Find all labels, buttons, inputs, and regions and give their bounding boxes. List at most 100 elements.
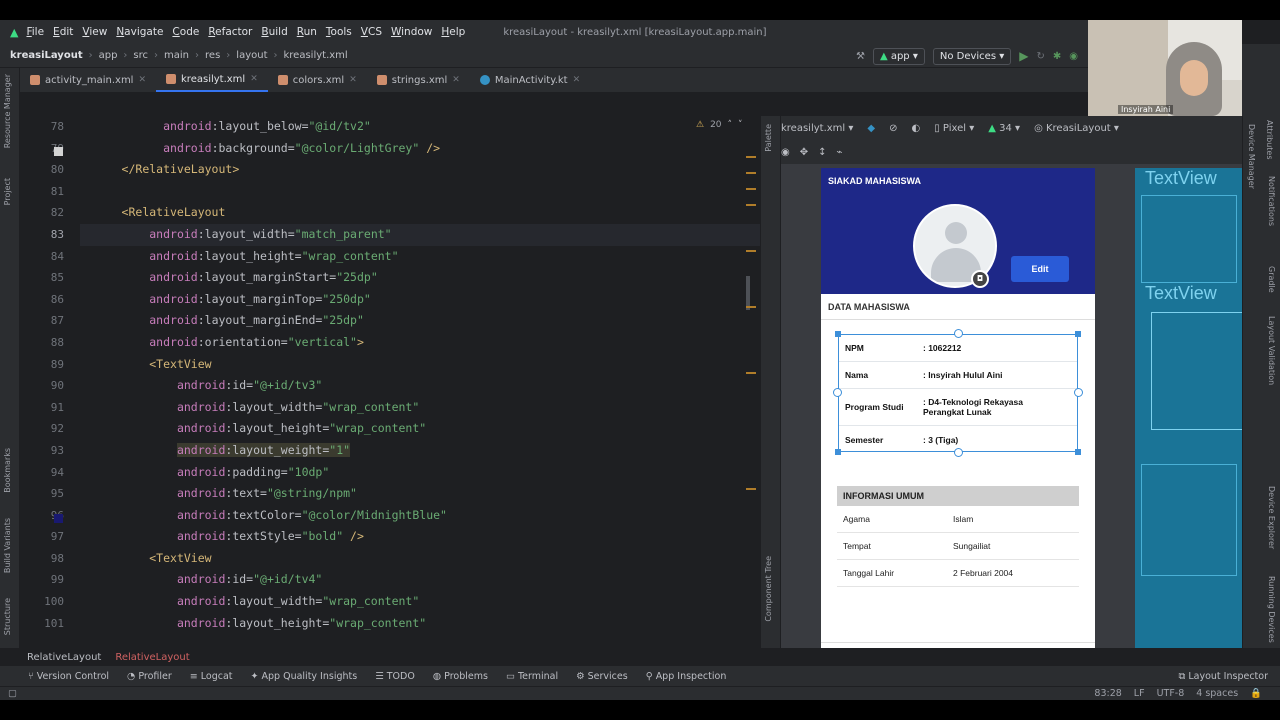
code-editor[interactable]: 78 79 80 81 82 83 84 85 86 87 88 89 90 9… [20, 116, 760, 648]
breadcrumb-layout[interactable]: layout [236, 50, 267, 61]
tool-attributes[interactable]: Attributes [1265, 120, 1274, 160]
tool-profiler[interactable]: ◔ Profiler [127, 671, 172, 682]
stripe-mark[interactable] [746, 306, 756, 308]
scroll-thumb[interactable] [746, 276, 750, 310]
run-config-select[interactable]: ▲ app ▾ [872, 47, 925, 65]
menu-build[interactable]: Build [261, 26, 287, 38]
phone-preview[interactable]: SIAKAD MAHASISWA ◘ Edit DATA MAHASISWA N… [821, 168, 1095, 648]
menu-run[interactable]: Run [297, 26, 317, 38]
tool-todo[interactable]: ☰ TODO [375, 671, 415, 682]
eye-icon[interactable]: ◉ [781, 147, 790, 158]
status-toggle-icon[interactable]: ▢ [8, 688, 17, 699]
tool-build-variants[interactable]: Build Variants [3, 518, 12, 573]
layers-icon[interactable]: ◆ [867, 123, 875, 134]
tool-gradle[interactable]: Gradle [1267, 266, 1276, 293]
breadcrumb-app[interactable]: app [99, 50, 118, 61]
stripe-mark[interactable] [746, 156, 756, 158]
info-table[interactable]: INFORMASI UMUM Agama Islam Tempat Sungaili… [837, 486, 1079, 587]
tool-terminal[interactable]: ▭ Terminal [506, 671, 558, 682]
tool-device-explorer[interactable]: Device Explorer [1267, 486, 1276, 549]
hammer-icon[interactable]: ⚒ [856, 51, 865, 62]
tool-resource-manager[interactable]: Resource Manager [3, 74, 12, 148]
tab-strings[interactable]: strings.xml ✕ [367, 68, 470, 92]
tab-kreasilyt[interactable]: kreasilyt.xml ✕ [156, 68, 268, 92]
indent-setting[interactable]: 4 spaces [1196, 688, 1238, 699]
menu-window[interactable]: Window [391, 26, 432, 38]
close-icon[interactable]: ✕ [452, 75, 460, 85]
crumb-item[interactable]: RelativeLayout [115, 652, 189, 663]
tool-logcat[interactable]: ≡ Logcat [190, 671, 233, 682]
tool-layout-validation[interactable]: Layout Validation [1267, 316, 1276, 385]
no-night-icon[interactable]: ⊘ [889, 123, 897, 134]
stripe-mark[interactable] [746, 188, 756, 190]
tool-version-control[interactable]: ⑂ Version Control [28, 671, 109, 682]
tool-structure[interactable]: Structure [3, 598, 12, 635]
menu-tools[interactable]: Tools [326, 26, 352, 38]
theme-select[interactable]: ◎ KreasiLayout ▾ [1034, 123, 1119, 134]
breadcrumb-res[interactable]: res [205, 50, 220, 61]
vertical-arrows-icon[interactable]: ↕ [818, 147, 826, 158]
lock-icon[interactable]: 🔒 [1250, 688, 1262, 699]
menu-view[interactable]: View [82, 26, 107, 38]
edit-button[interactable]: Edit [1011, 256, 1069, 282]
encoding[interactable]: UTF-8 [1157, 688, 1185, 699]
menu-help[interactable]: Help [441, 26, 465, 38]
tab-activity-main[interactable]: activity_main.xml ✕ [20, 68, 156, 92]
color-swatch-icon[interactable] [54, 147, 63, 156]
camera-icon[interactable]: ◘ [971, 270, 989, 288]
stripe-mark[interactable] [746, 250, 756, 252]
menu-navigate[interactable]: Navigate [116, 26, 163, 38]
tool-project[interactable]: Project [3, 178, 12, 205]
breadcrumb-src[interactable]: src [133, 50, 148, 61]
menu-refactor[interactable]: Refactor [208, 26, 252, 38]
rerun-icon[interactable]: ↻ [1036, 51, 1044, 62]
menu-edit[interactable]: Edit [53, 26, 73, 38]
tool-palette[interactable]: Palette [764, 124, 773, 152]
close-icon[interactable]: ✕ [138, 75, 146, 85]
file-select[interactable]: kreasilyt.xml ▾ [781, 123, 853, 134]
blueprint-preview[interactable]: TextView TextView [1135, 168, 1243, 648]
tool-device-manager[interactable]: Device Manager [1247, 124, 1256, 189]
menu-code[interactable]: Code [172, 26, 199, 38]
breadcrumb-main[interactable]: main [164, 50, 189, 61]
tool-notifications[interactable]: Notifications [1267, 176, 1276, 226]
tool-app-inspection[interactable]: ⚲ App Inspection [646, 671, 727, 682]
tool-running-devices[interactable]: Running Devices [1267, 576, 1276, 643]
stripe-mark[interactable] [746, 372, 756, 374]
tool-app-quality[interactable]: ✦ App Quality Insights [251, 671, 358, 682]
tool-component-tree[interactable]: Component Tree [764, 556, 773, 622]
caret-position[interactable]: 83:28 [1094, 688, 1121, 699]
run-icon[interactable]: ▶ [1019, 49, 1028, 63]
device-select[interactable]: ▯ Pixel ▾ [934, 123, 974, 134]
profile-icon[interactable]: ◉ [1069, 51, 1078, 62]
breadcrumb-file[interactable]: kreasilyt.xml [284, 50, 348, 61]
inspection-widget[interactable]: ⚠ 20 ˄ ˅ [696, 120, 743, 130]
chevron-up-icon[interactable]: ˄ [728, 120, 733, 130]
crumb-item[interactable]: RelativeLayout [27, 652, 101, 663]
close-icon[interactable]: ✕ [573, 75, 581, 85]
device-select[interactable]: No Devices ▾ [932, 47, 1012, 65]
chevron-down-icon[interactable]: ˅ [738, 120, 743, 130]
menu-vcs[interactable]: VCS [361, 26, 382, 38]
tab-mainactivity[interactable]: MainActivity.kt ✕ [470, 68, 590, 92]
close-icon[interactable]: ✕ [250, 74, 258, 84]
tab-colors[interactable]: colors.xml ✕ [268, 68, 367, 92]
tool-layout-inspector[interactable]: ⧉ Layout Inspector [1179, 671, 1268, 682]
stripe-mark[interactable] [746, 488, 756, 490]
line-ending[interactable]: LF [1134, 688, 1145, 699]
menu-file[interactable]: File [26, 26, 44, 38]
stripe-mark[interactable] [746, 204, 756, 206]
android-studio-icon[interactable]: ▲ [10, 26, 18, 39]
tool-bookmarks[interactable]: Bookmarks [3, 448, 12, 493]
student-card[interactable]: NPM: 1062212 Nama: Insyirah Hulul Aini P… [838, 334, 1078, 452]
debug-icon[interactable]: ✱ [1053, 51, 1061, 62]
magnet-icon[interactable]: ⌁ [837, 147, 843, 158]
close-icon[interactable]: ✕ [349, 75, 357, 85]
api-select[interactable]: ▲ 34 ▾ [988, 123, 1020, 134]
color-swatch-icon[interactable] [54, 514, 63, 523]
breadcrumb-project[interactable]: kreasiLayout [10, 50, 83, 61]
stripe-mark[interactable] [746, 172, 756, 174]
design-canvas[interactable]: SIAKAD MAHASISWA ◘ Edit DATA MAHASISWA N… [781, 164, 1261, 648]
tool-services[interactable]: ⚙ Services [576, 671, 628, 682]
pan-icon[interactable]: ✥ [800, 147, 808, 158]
